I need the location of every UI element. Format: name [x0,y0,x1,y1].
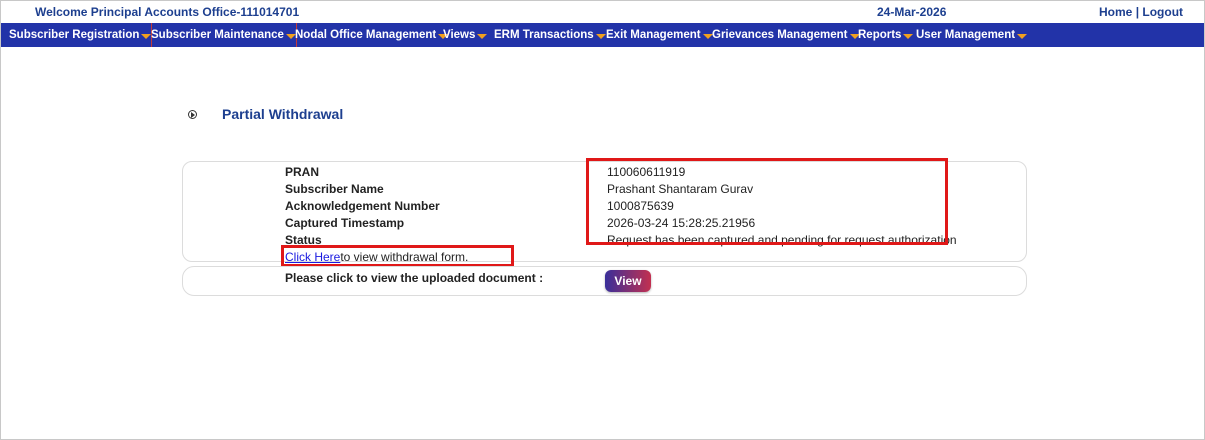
top-bar: Welcome Principal Accounts Office-111014… [1,1,1204,24]
nav-label: Views [443,29,476,41]
nav-label: Grievances Management [712,29,848,41]
logout-link[interactable]: Logout [1142,5,1183,19]
chevron-down-icon [903,34,914,39]
nav-subscriber-registration[interactable]: Subscriber Registration [9,23,153,47]
link-separator: | [1135,5,1140,19]
arrow-circle-icon [188,110,197,119]
nav-label: Reports [858,29,902,41]
nav-views[interactable]: Views [443,23,488,47]
header-links: Home | Logout [1099,5,1183,19]
chevron-down-icon [595,34,606,39]
nav-subscriber-maintenance[interactable]: Subscriber Maintenance [151,23,297,47]
nav-label: ERM Transactions [494,29,594,41]
nav-label: Nodal Office Management [295,29,437,41]
nav-grievances-management[interactable]: Grievances Management [712,23,860,47]
current-date: 24-Mar-2026 [877,5,947,19]
view-document-button[interactable]: View [605,270,651,292]
nav-reports[interactable]: Reports [858,23,914,47]
subscriber-name-label: Subscriber Name [285,182,384,196]
nav-label: Exit Management [606,29,701,41]
ack-number-label: Acknowledgement Number [285,199,440,213]
document-label: Please click to view the uploaded docume… [285,271,544,285]
timestamp-label: Captured Timestamp [285,216,405,230]
nav-label: Subscriber Registration [9,29,140,41]
welcome-text: Welcome Principal Accounts Office-111014… [35,5,300,19]
chevron-down-icon [141,34,152,39]
nav-erm-transactions[interactable]: ERM Transactions [494,23,606,47]
nav-user-management[interactable]: User Management [916,23,1028,47]
nav-label: User Management [916,29,1016,41]
chevron-down-icon [477,34,488,39]
home-link[interactable]: Home [1099,5,1132,19]
nav-exit-management[interactable]: Exit Management [606,23,713,47]
chevron-down-icon [1017,34,1028,39]
link-highlight-box [281,245,514,267]
values-highlight-box [586,158,948,245]
pran-label: PRAN [285,165,320,179]
nav-nodal-office-management[interactable]: Nodal Office Management [295,23,449,47]
page-title: Partial Withdrawal [222,106,344,122]
main-nav: Subscriber Registration Subscriber Maint… [1,23,1204,47]
nav-label: Subscriber Maintenance [151,29,284,41]
